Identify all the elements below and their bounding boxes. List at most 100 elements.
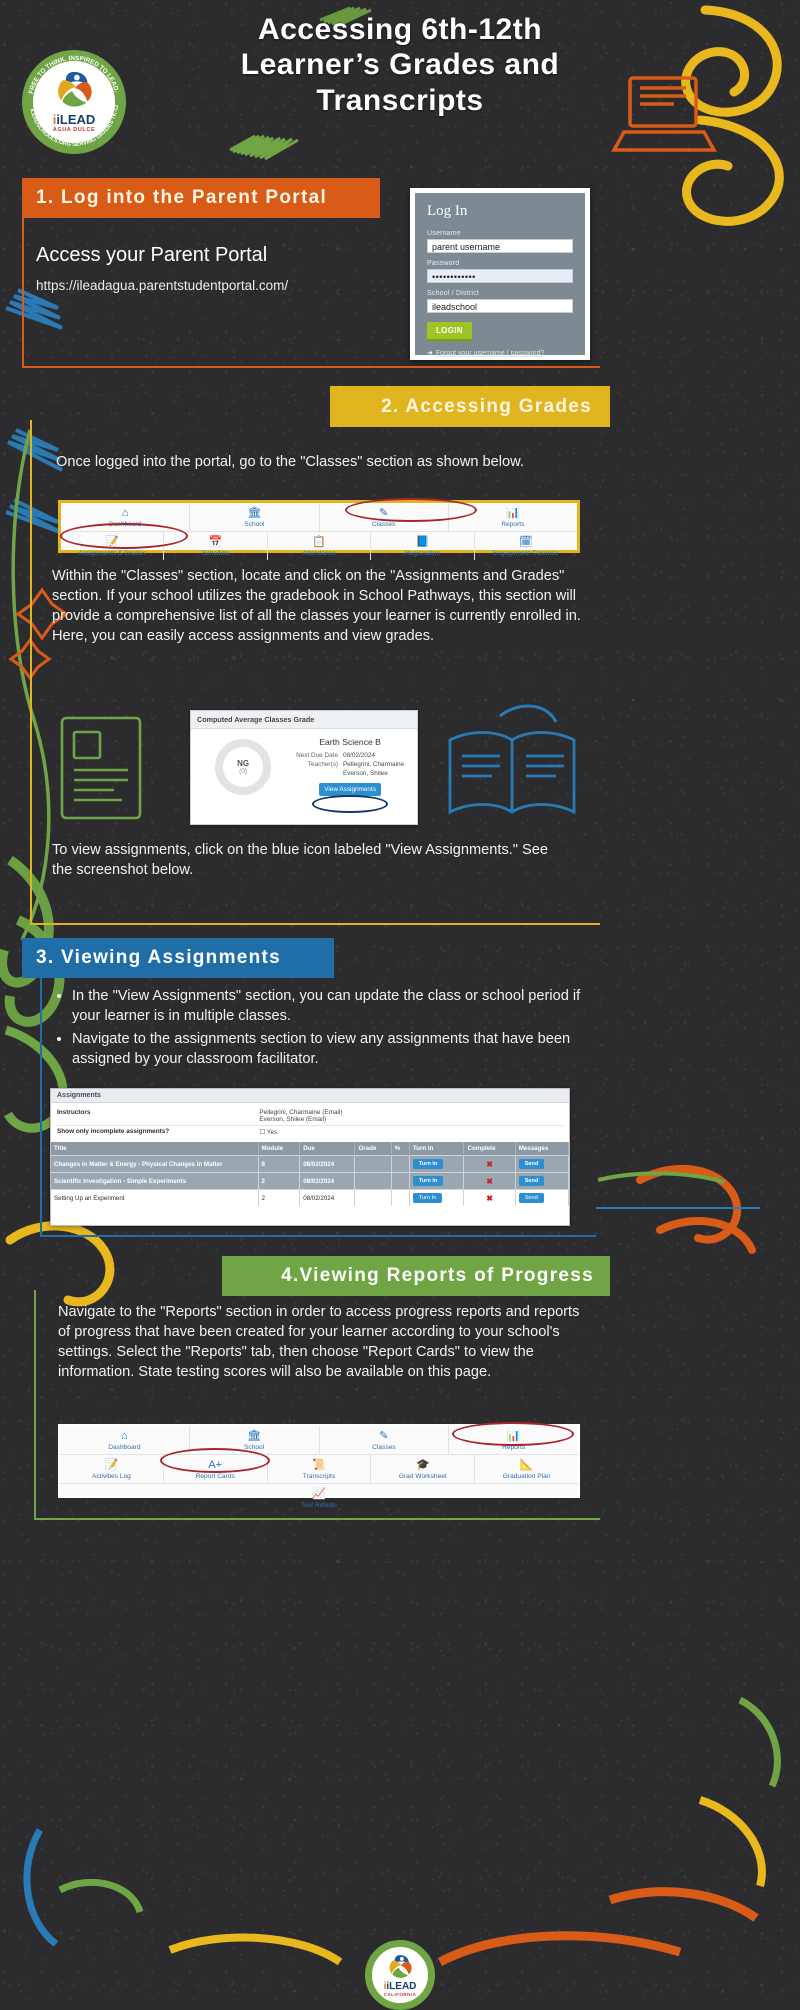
nav-item-classes[interactable]: ✎ Classes [320, 1426, 450, 1454]
cell-grade [354, 1172, 392, 1190]
grade-card-row-value: Everson, Shilee [343, 770, 388, 777]
cell-turn-in[interactable]: Turn In [409, 1155, 465, 1173]
grade-card-class-name: Earth Science B [319, 737, 381, 747]
cell-messages[interactable]: Send [515, 1189, 570, 1206]
turn-in-button[interactable]: Turn In [412, 1193, 443, 1203]
nav-item-attendance[interactable]: 📋 Attendance [268, 532, 372, 560]
nav-label-transcripts: Transcripts [302, 1473, 336, 1480]
nav-item-school[interactable]: 🏛 School [190, 1426, 320, 1454]
calendar-days-icon: 🗓 [518, 536, 533, 548]
nav-item-classes[interactable]: ✎ Classes [320, 503, 449, 531]
grade-donut-percent: (0) [239, 767, 248, 775]
school-district-input[interactable]: ileadschool [427, 299, 573, 313]
cross-icon: ✖ [486, 1176, 493, 1186]
instructor-2: Everson, Shilee (Email) [259, 1116, 327, 1123]
nav-row-primary: ⌂ Dashboard 🏛 School ✎ Classes 📊 Reports [60, 1426, 578, 1455]
incomplete-filter-checkbox[interactable]: ☐ Yes [259, 1128, 563, 1136]
nav-item-schedule[interactable]: 📅 Schedule [164, 532, 268, 560]
svg-text:ILEADSCHOOLS.ORG SERVING GRA: ILEADSCHOOLS.ORG SERVING GRADES TK-12 [29, 104, 120, 148]
grade-donut-value: NG [237, 758, 250, 768]
grade-card-row: Everson, Shilee [291, 770, 409, 777]
nav-item-dashboard[interactable]: ⌂ Dashboard [61, 503, 191, 531]
cross-icon: ✖ [486, 1159, 493, 1169]
cell-module: 2 [258, 1189, 301, 1206]
assignments-meta-row: Instructors Pellegrini, Charmaine (Email… [57, 1107, 563, 1126]
cell-complete: ✖ [463, 1172, 516, 1190]
grade-a-plus-icon: A+ [208, 1459, 223, 1471]
assignments-panel-title: Assignments [51, 1089, 569, 1103]
nav-item-reports[interactable]: 📊 Reports [449, 503, 577, 531]
grade-card-details: Earth Science B Next Due Date 08/02/2024… [287, 737, 409, 796]
password-input[interactable]: •••••••••••• [427, 269, 573, 283]
cell-percent [391, 1155, 410, 1173]
section-4-band: 4.Viewing Reports of Progress [222, 1256, 610, 1296]
turn-in-button[interactable]: Turn In [412, 1159, 444, 1169]
nav-item-test-results[interactable]: 📈 Test Results [252, 1484, 387, 1512]
login-panel: Log In Username parent username Password… [415, 193, 585, 357]
nav-label-engagement-calendar: Engagement Calendar [492, 550, 559, 557]
nav-row-tertiary: 📈 Test Results [60, 1484, 578, 1512]
cell-turn-in[interactable]: Turn In [409, 1172, 465, 1190]
cell-messages[interactable]: Send [515, 1172, 570, 1190]
cell-messages[interactable]: Send [515, 1155, 570, 1173]
nav-item-registration[interactable]: 📘 Registration [371, 532, 475, 560]
page-title-line3: Transcripts [316, 83, 484, 117]
section-1-url: https://ileadagua.parentstudentportal.co… [36, 278, 289, 293]
section-2-intro: Once logged into the portal, go to the "… [56, 454, 524, 470]
cell-due: 08/02/2024 [299, 1172, 356, 1190]
calendar-icon: 📅 [208, 536, 223, 548]
table-header-row: Title Module Due Grade % Turn In Complet… [51, 1142, 570, 1156]
book-icon: 📘 [415, 536, 430, 548]
cell-due: 08/02/2024 [299, 1189, 356, 1206]
grade-donut-wrap: NG (0) [199, 737, 287, 796]
list-item: In the "View Assignments" section, you c… [72, 986, 584, 1026]
nav-label-registration: Registration [404, 550, 441, 557]
nav-item-dashboard[interactable]: ⌂ Dashboard [60, 1426, 190, 1454]
footer-logo-word: iiLEAD [383, 1981, 417, 1992]
cell-grade [354, 1189, 392, 1206]
cell-module: 8 [258, 1155, 301, 1173]
nav-item-reports[interactable]: 📊 Reports [449, 1426, 578, 1454]
grade-card-row-value: 08/02/2024 [343, 752, 376, 759]
send-button[interactable]: Send [518, 1159, 545, 1169]
turn-in-button[interactable]: Turn In [412, 1176, 444, 1186]
send-button[interactable]: Send [518, 1176, 545, 1186]
cell-grade [354, 1155, 392, 1173]
send-button[interactable]: Send [518, 1193, 544, 1203]
login-button[interactable]: LOGIN [427, 322, 472, 341]
nav-item-school[interactable]: 🏛 School [190, 503, 320, 531]
cell-title: Scientific Investigation - Simple Experi… [51, 1172, 259, 1190]
home-icon: ⌂ [121, 507, 129, 519]
nav-item-engagement-calendar[interactable]: 🗓 Engagement Calendar [475, 532, 577, 560]
page-title: Accessing 6th-12th Learner’s Grades and … [150, 12, 650, 118]
username-label: Username [427, 230, 461, 237]
cross-icon: ✖ [486, 1193, 493, 1203]
assignments-meta-value: Pellegrini, Charmaine (Email) Everson, S… [259, 1109, 563, 1123]
arrow-right-icon: ➜ [427, 350, 433, 357]
forgot-password-link[interactable]: Forgot your username / password? [436, 350, 545, 357]
table-row: Changes in Matter & Energy - Physical Ch… [51, 1155, 570, 1173]
nav-item-transcripts[interactable]: 📜 Transcripts [268, 1455, 372, 1483]
forgot-password-row[interactable]: ➜ Forgot your username / password? [427, 349, 573, 357]
page-title-line1: Accessing 6th-12th [257, 13, 543, 46]
nav-item-activities-log[interactable]: 📝 Activities Log [60, 1455, 164, 1483]
nav-item-assignments-grades[interactable]: 📝 Assignments & Grades [61, 532, 165, 560]
nav-item-graduation-plan[interactable]: 📐 Graduation Plan [475, 1455, 578, 1483]
nav-label-reports: Reports [502, 1444, 526, 1451]
section-3-bullets: In the "View Assignments" section, you c… [50, 986, 584, 1073]
assignments-meta: Instructors Pellegrini, Charmaine (Email… [51, 1103, 569, 1142]
assignments-table: Title Module Due Grade % Turn In Complet… [51, 1142, 570, 1206]
nav-item-report-cards[interactable]: A+ Report Cards [164, 1455, 268, 1483]
footer-logo-subtitle: CALIFORNIA [383, 1992, 417, 1997]
cell-complete: ✖ [463, 1155, 516, 1173]
nav-item-grad-worksheet[interactable]: 🎓 Grad Worksheet [371, 1455, 476, 1483]
nav-label-dashboard: Dashboard [108, 1444, 141, 1451]
graduation-cap-icon: 🎓 [415, 1459, 430, 1471]
annotation-ellipse-view-assignments [312, 795, 388, 813]
reports-nav-screenshot: ⌂ Dashboard 🏛 School ✎ Classes 📊 Reports… [58, 1424, 580, 1509]
nav-label-school: School [244, 521, 265, 528]
grade-card-body: NG (0) Earth Science B Next Due Date 08/… [191, 729, 417, 805]
cell-turn-in[interactable]: Turn In [409, 1189, 465, 1206]
section-1-band: 1. Log into the Parent Portal [22, 178, 380, 218]
username-input[interactable]: parent username [427, 239, 573, 253]
